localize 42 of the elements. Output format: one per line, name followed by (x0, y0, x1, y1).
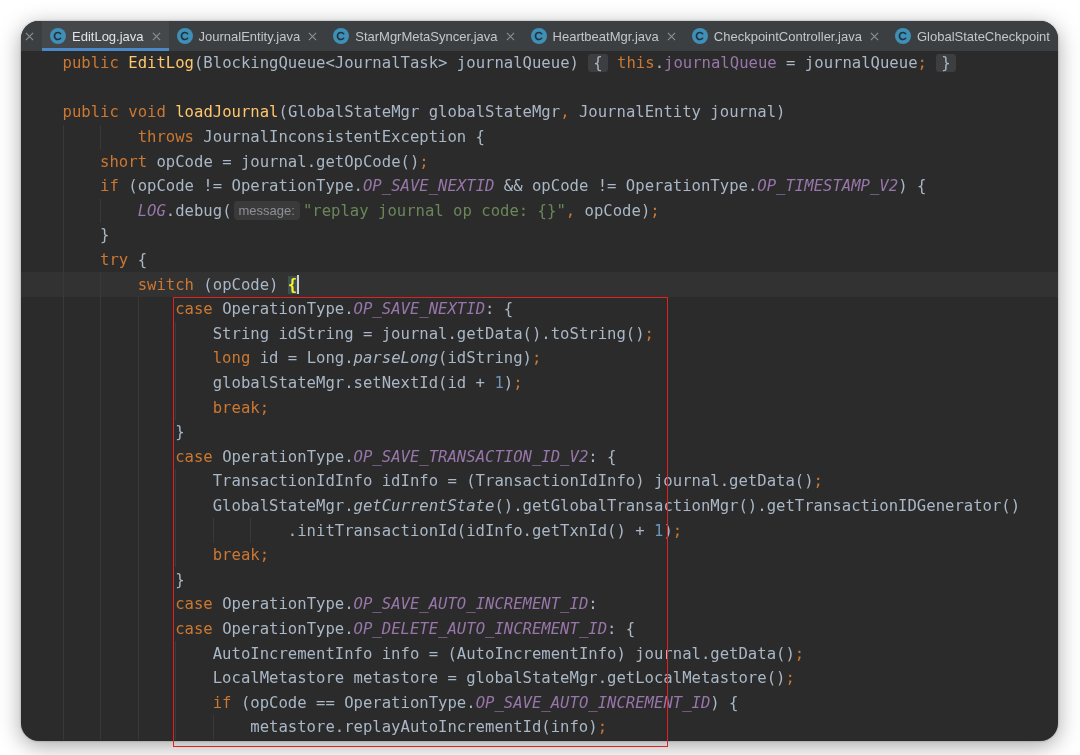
editor-tab[interactable]: GlobalStateCheckpoint (886, 21, 1058, 51)
close-icon[interactable] (308, 31, 318, 41)
parameter-hint: message: (233, 201, 300, 221)
code-line: throws JournalInconsistentException { (137, 128, 485, 147)
text-cursor-icon (297, 275, 300, 295)
code-line: String idString = journal.getData().toString(); (212, 324, 654, 343)
class-file-icon (333, 28, 350, 44)
editor-tab[interactable]: CheckpointController.java (683, 21, 887, 51)
editor-tab[interactable]: EditLog.java (42, 21, 169, 51)
code-line: LOG.debug( (137, 201, 232, 220)
class-file-icon (176, 28, 193, 44)
close-icon[interactable] (25, 31, 34, 41)
code-line: break; (212, 546, 270, 565)
class-file-icon (894, 28, 911, 44)
code-line: metastore.replayAutoIncrementId(info); (250, 718, 608, 737)
editor-tab[interactable]: JournalEntity.java (168, 21, 326, 51)
code-line: case OperationType.OP_SAVE_NEXTID: { (175, 300, 514, 319)
code-line: case OperationType.OP_DELETE_AUTO_INCREMENT_ID: { (175, 619, 636, 638)
code-line: break; (212, 398, 270, 417)
code-line: } (100, 226, 110, 245)
code-line: "replay journal op code: {}", opCode); (302, 201, 660, 220)
editor-tab[interactable]: HeartbeatMgr.java (522, 21, 684, 51)
code-line: case OperationType.OP_SAVE_AUTO_INCREMENT_ID: (175, 595, 598, 614)
code-line: public void loadJournal(GlobalStateMgr globalStateMgr, JournalEntity journal) (62, 103, 786, 122)
close-icon[interactable] (666, 31, 676, 41)
close-icon[interactable] (869, 31, 879, 41)
code-line: public EditLog(BlockingQueue<JournalTask> journalQueue) { this.journalQueue = journalQueue; } (62, 54, 956, 73)
code-line: case OperationType.OP_SAVE_TRANSACTION_ID_V2: { (175, 447, 617, 466)
class-file-icon (50, 28, 66, 44)
code-line: if (opCode != OperationType.OP_SAVE_NEXTID && opCode != OperationType.OP_TIMESTAMP_V2) { (100, 177, 927, 196)
close-icon[interactable] (151, 31, 161, 41)
code-line: } (175, 423, 185, 442)
code-line: try { (100, 251, 148, 270)
class-file-icon (530, 28, 547, 44)
class-file-icon (691, 28, 708, 44)
code-line: long id = Long.parseLong(idString); (212, 349, 542, 368)
code-line: } (175, 570, 185, 589)
editor-tab[interactable]: StarMgrMetaSyncer.java (325, 21, 523, 51)
code-line: globalStateMgr.setNextId(id + 1); (212, 374, 523, 392)
close-icon[interactable] (505, 31, 515, 41)
code-line: short opCode = journal.getOpCode(); (100, 152, 429, 171)
code-line: switch (opCode) { (137, 275, 298, 294)
